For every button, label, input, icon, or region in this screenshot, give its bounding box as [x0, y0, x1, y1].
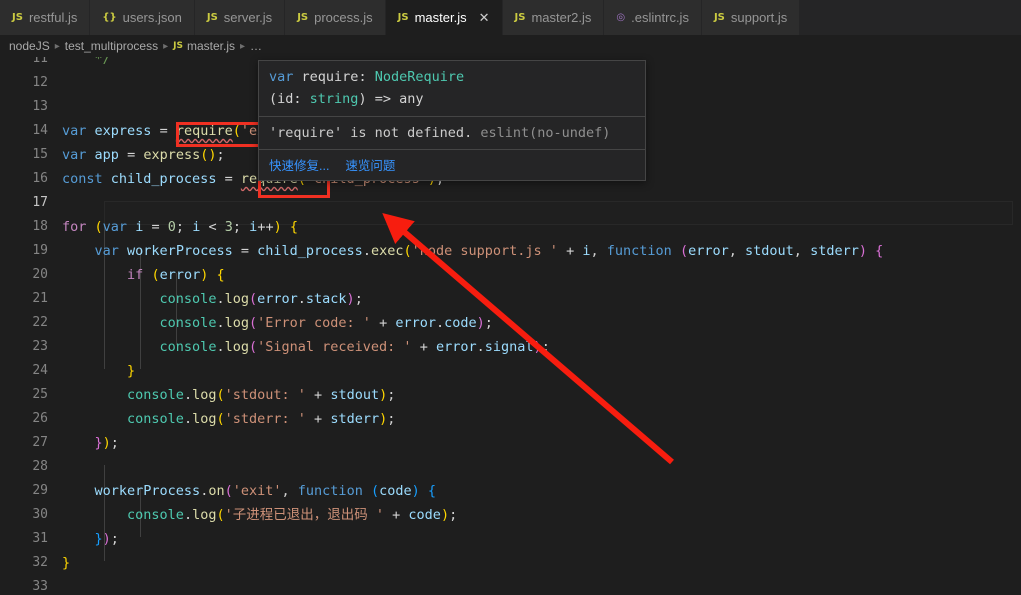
- tooltip-signature-line-1: var require: NodeRequire: [269, 69, 465, 85]
- line-number-17: 17: [32, 195, 48, 210]
- tab-support-js[interactable]: JS support.js: [701, 0, 801, 35]
- line-number-24: 24: [32, 363, 48, 378]
- line-number-33: 33: [32, 579, 48, 594]
- code-line-21[interactable]: console.log(error.stack);: [62, 287, 1021, 311]
- line-number-27: 27: [32, 435, 48, 450]
- js-file-icon: JS: [206, 12, 218, 23]
- tab-bar-empty-space: [800, 0, 1021, 35]
- chevron-right-icon: ▸: [163, 40, 169, 52]
- code-line-19[interactable]: var workerProcess = child_process.exec('…: [62, 239, 1021, 263]
- line-number-25: 25: [32, 387, 48, 402]
- code-line-32[interactable]: }: [62, 551, 1021, 575]
- code-line-31[interactable]: });: [62, 527, 1021, 551]
- tab-label: server.js: [223, 10, 273, 25]
- breadcrumb-item-label: master.js: [186, 39, 235, 53]
- close-icon[interactable]: ✕: [479, 11, 490, 24]
- peek-problem-link[interactable]: 速览问题: [345, 155, 395, 174]
- tab-label: master2.js: [531, 10, 592, 25]
- tab-label: master.js: [414, 10, 467, 25]
- quick-fix-link[interactable]: 快速修复...: [269, 155, 329, 174]
- chevron-right-icon: ▸: [240, 40, 246, 52]
- tooltip-actions: 快速修复... 速览问题: [259, 150, 645, 180]
- line-number-21: 21: [32, 291, 48, 306]
- diagnostic-rule: eslint(no-undef): [480, 125, 611, 141]
- code-line-23[interactable]: console.log('Signal received: ' + error.…: [62, 335, 1021, 359]
- js-file-icon: JS: [297, 12, 309, 23]
- line-number-20: 20: [32, 267, 48, 282]
- line-number-23: 23: [32, 339, 48, 354]
- code-line-18[interactable]: for (var i = 0; i < 3; i++) {: [62, 215, 1021, 239]
- breadcrumb-item-0[interactable]: nodeJS: [9, 39, 50, 53]
- js-file-icon: JS: [514, 12, 526, 23]
- code-line-22[interactable]: console.log('Error code: ' + error.code)…: [62, 311, 1021, 335]
- tab-label: process.js: [314, 10, 373, 25]
- code-line-28[interactable]: [62, 455, 1021, 479]
- js-file-icon: JS: [713, 12, 725, 23]
- code-line-33[interactable]: [62, 575, 1021, 595]
- js-file-icon: JS: [173, 41, 183, 51]
- breadcrumb-item-label: test_multiprocess: [64, 39, 159, 53]
- line-number-16: 16: [32, 171, 48, 186]
- line-number-29: 29: [32, 483, 48, 498]
- tooltip-diagnostic-message: 'require' is not defined. eslint(no-unde…: [259, 117, 645, 149]
- line-number-19: 19: [32, 243, 48, 258]
- tooltip-signature-line-2: (id: string) => any: [269, 91, 424, 107]
- tab-server-js[interactable]: JS server.js: [194, 0, 286, 35]
- diagnostic-text: 'require' is not defined.: [269, 125, 481, 141]
- tab-eslintrc-js[interactable]: ◎ .eslintrc.js: [604, 0, 702, 35]
- tab-label: users.json: [122, 10, 182, 25]
- tab-process-js[interactable]: JS process.js: [285, 0, 386, 35]
- eslint-file-icon: ◎: [616, 12, 626, 23]
- line-number-14: 14: [32, 123, 48, 138]
- line-number-26: 26: [32, 411, 48, 426]
- code-line-25[interactable]: console.log('stdout: ' + stdout);: [62, 383, 1021, 407]
- breadcrumb-item-1[interactable]: test_multiprocess: [65, 39, 158, 53]
- line-number-22: 22: [32, 315, 48, 330]
- code-line-24[interactable]: }: [62, 359, 1021, 383]
- line-number-32: 32: [32, 555, 48, 570]
- code-line-17[interactable]: [62, 191, 1021, 215]
- line-number-11: 11: [32, 57, 48, 66]
- chevron-right-icon: ▸: [54, 40, 60, 52]
- breadcrumb: nodeJS ▸ test_multiprocess ▸ JS master.js ▸ …: [0, 35, 1021, 57]
- vscode-window: JS restful.js {} users.json JS server.js JS pro…: [0, 0, 1021, 595]
- json-file-icon: {}: [102, 12, 117, 23]
- tooltip-signature: var require: NodeRequire (id: string) =>…: [259, 61, 645, 116]
- tooltip-type-name: NodeRequire: [374, 69, 465, 85]
- tab-label: .eslintrc.js: [631, 10, 689, 25]
- breadcrumb-item-2[interactable]: JS master.js: [173, 39, 235, 53]
- line-number-31: 31: [32, 531, 48, 546]
- tab-restful-js[interactable]: JS restful.js: [0, 0, 91, 35]
- tab-label: restful.js: [28, 10, 78, 25]
- tab-users-json[interactable]: {} users.json: [90, 0, 195, 35]
- tab-master-js[interactable]: JS master.js ✕: [385, 0, 503, 35]
- line-number-28: 28: [32, 459, 48, 474]
- breadcrumb-item-label: …: [250, 39, 263, 53]
- breadcrumb-item-label: nodeJS: [9, 39, 50, 53]
- line-number-12: 12: [32, 75, 48, 90]
- line-number-18: 18: [32, 219, 48, 234]
- hover-tooltip: var require: NodeRequire (id: string) =>…: [258, 60, 646, 181]
- breadcrumb-item-3[interactable]: …: [250, 39, 262, 53]
- code-line-20[interactable]: if (error) {: [62, 263, 1021, 287]
- line-number-gutter: 11 12 13 14 15 16 17 18 19 20 21 22 23 24 25 26 27 28 29 30…: [0, 57, 62, 595]
- tab-label: support.js: [730, 10, 788, 25]
- js-file-icon: JS: [397, 12, 409, 23]
- editor-tab-bar: JS restful.js {} users.json JS server.js JS pro…: [0, 0, 1021, 35]
- code-line-27[interactable]: });: [62, 431, 1021, 455]
- tab-master2-js[interactable]: JS master2.js: [502, 0, 605, 35]
- line-number-13: 13: [32, 99, 48, 114]
- line-number-15: 15: [32, 147, 48, 162]
- js-file-icon: JS: [12, 12, 23, 23]
- code-line-29[interactable]: workerProcess.on('exit', function (code)…: [62, 479, 1021, 503]
- line-number-30: 30: [32, 507, 48, 522]
- code-line-30[interactable]: console.log('子进程已退出，退出码 ' + code);: [62, 503, 1021, 527]
- code-line-26[interactable]: console.log('stderr: ' + stderr);: [62, 407, 1021, 431]
